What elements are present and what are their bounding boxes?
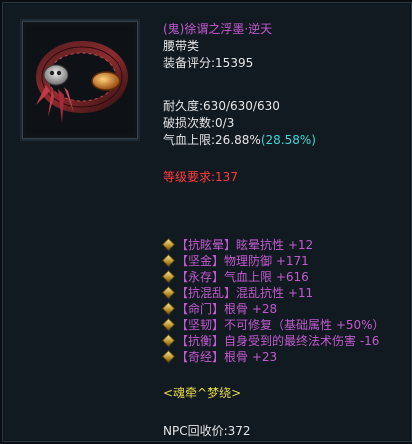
stat-tag: 【命门】 — [176, 302, 225, 316]
stat-tag: 【抗衡】 — [176, 334, 225, 348]
score-label: 装备评分: — [163, 56, 216, 70]
item-hp: 气血上限:26.88%(28.58%) — [163, 132, 403, 149]
gem-icon — [161, 317, 176, 332]
gem-icon — [161, 237, 176, 252]
stat-text: 自身受到的最终法术伤害 -16 — [224, 334, 380, 348]
set-name: <魂牵^梦绕> — [163, 386, 242, 400]
hp-bonus: (28.58%) — [260, 133, 316, 147]
stat-row: 【抗衡】自身受到的最终法术伤害 -16 — [161, 333, 408, 349]
stat-text: 混乱抗性 +11 — [236, 286, 314, 300]
stat-tag: 【永存】 — [176, 270, 225, 284]
item-name: (鬼)徐谓之浮墨·逆天 — [163, 22, 273, 36]
npc-price: NPC回收价:372 — [163, 423, 408, 439]
npc-price-label: NPC回收价: — [163, 424, 228, 438]
durability-label: 耐久度: — [163, 99, 204, 113]
stat-tag: 【抗混乱】 — [176, 286, 237, 300]
stat-tag: 【坚韧】 — [176, 318, 225, 332]
item-durability: 耐久度:630/630/630 — [163, 98, 403, 115]
stat-row: 【抗混乱】混乱抗性 +11 — [161, 285, 408, 301]
stat-tag: 【奇经】 — [176, 350, 225, 364]
stat-text: 气血上限 +616 — [224, 270, 309, 284]
stat-row: 【坚金】物理防御 +171 — [161, 253, 408, 269]
item-icon-frame — [20, 19, 140, 141]
belt-icon — [26, 25, 134, 135]
hp-value: 26.88% — [215, 133, 261, 147]
item-type: 腰带类 — [163, 39, 200, 53]
stat-text: 根骨 +28 — [224, 302, 278, 316]
durability-value: 630/630/630 — [203, 99, 280, 113]
gem-icon — [161, 349, 176, 364]
level-req-value: 137 — [215, 170, 238, 184]
gem-icon — [161, 253, 176, 268]
break-value: 0/3 — [215, 116, 235, 130]
stat-text: 眩晕抗性 +12 — [236, 238, 314, 252]
stat-text: 物理防御 +171 — [224, 254, 309, 268]
gem-icon — [161, 285, 176, 300]
stat-text: 根骨 +23 — [224, 350, 278, 364]
stat-list: 【抗眩晕】眩晕抗性 +12 【坚金】物理防御 +171 【永存】气血上限 +61… — [161, 237, 408, 439]
hp-label: 气血上限: — [163, 133, 216, 147]
stat-row: 【抗眩晕】眩晕抗性 +12 — [161, 237, 408, 253]
stat-tag: 【抗眩晕】 — [176, 238, 237, 252]
level-requirement: 等级要求:137 — [163, 169, 403, 186]
item-break-count: 破损次数:0/3 — [163, 115, 403, 132]
item-tooltip: (鬼)徐谓之浮墨·逆天 腰带类 装备评分:15395 耐久度:630/630/6… — [2, 2, 412, 442]
item-info: (鬼)徐谓之浮墨·逆天 腰带类 装备评分:15395 耐久度:630/630/6… — [163, 21, 403, 186]
score-value: 15395 — [215, 56, 254, 70]
gem-icon — [161, 269, 176, 284]
level-req-label: 等级要求: — [163, 170, 216, 184]
stat-tag: 【坚金】 — [176, 254, 225, 268]
stat-row: 【命门】根骨 +28 — [161, 301, 408, 317]
stat-text: 不可修复（基础属性 +50%） — [224, 318, 385, 332]
npc-price-value: 372 — [227, 424, 251, 438]
stat-row: 【奇经】根骨 +23 — [161, 349, 408, 365]
break-label: 破损次数: — [163, 116, 216, 130]
gem-icon — [161, 333, 176, 348]
item-score: 装备评分:15395 — [163, 55, 403, 72]
stat-row: 【永存】气血上限 +616 — [161, 269, 408, 285]
stat-row: 【坚韧】不可修复（基础属性 +50%） — [161, 317, 408, 333]
gem-icon — [161, 301, 176, 316]
